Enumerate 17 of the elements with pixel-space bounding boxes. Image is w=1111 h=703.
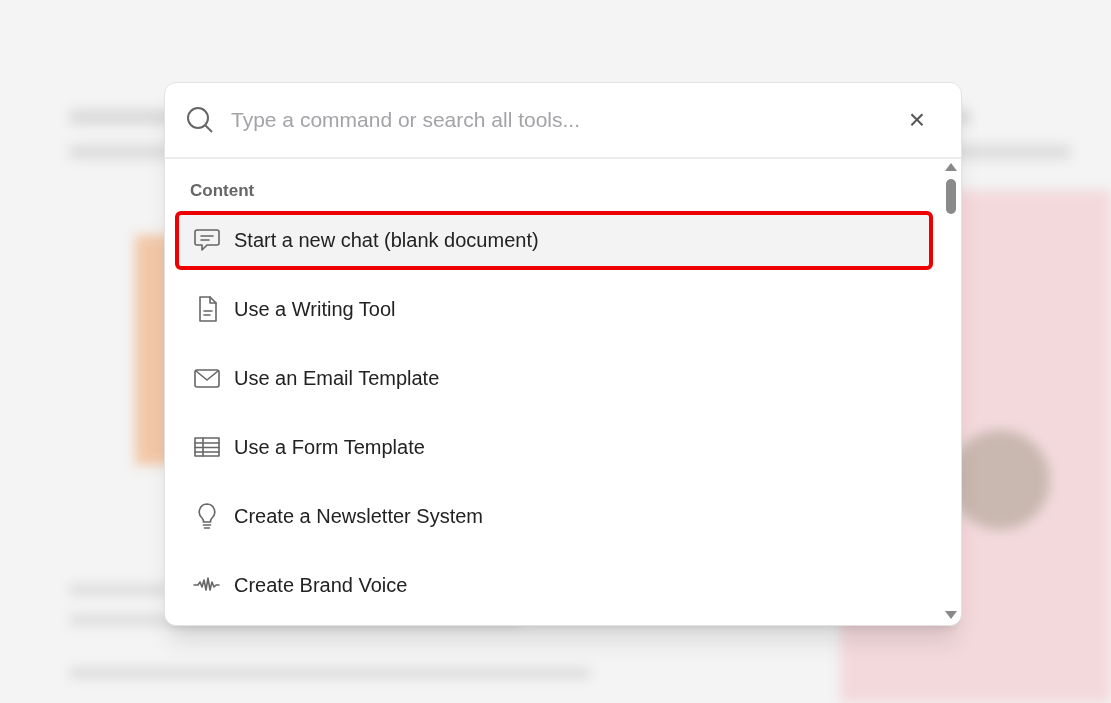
menu-item[interactable]: Use an Email Template bbox=[175, 348, 933, 408]
item-label: Use a Form Template bbox=[234, 435, 425, 460]
section-heading: Content bbox=[189, 180, 256, 202]
item-label: Create Brand Voice bbox=[234, 573, 408, 598]
search-field[interactable]: Type a command or search all tools... bbox=[231, 104, 901, 136]
chat-bubble-icon bbox=[193, 226, 221, 254]
menu-item[interactable]: Start a new chat (blank document) bbox=[175, 210, 933, 270]
menu-item[interactable]: Create Brand Voice bbox=[175, 555, 933, 615]
item-label: Start a new chat (blank document) bbox=[234, 228, 539, 253]
item-label: Use an Email Template bbox=[234, 366, 440, 391]
item-label: Use a Writing Tool bbox=[234, 297, 396, 322]
menu-item[interactable]: Use a Writing Tool bbox=[175, 279, 933, 339]
menu-item[interactable]: Use a Form Template bbox=[175, 417, 933, 477]
close-button[interactable]: × bbox=[901, 104, 933, 136]
search-icon bbox=[185, 105, 215, 135]
menu-item[interactable]: Create a Newsletter System bbox=[175, 486, 933, 546]
item-label: Create a Newsletter System bbox=[234, 504, 483, 529]
